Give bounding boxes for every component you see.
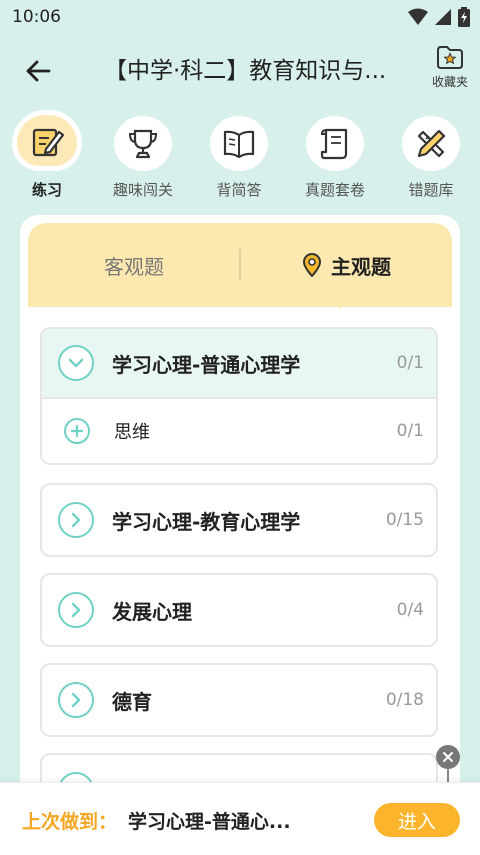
chapter-progress: 0/1 bbox=[396, 353, 424, 373]
chapter-header[interactable]: 学习心理-教育心理学 0/15 bbox=[42, 485, 436, 555]
status-icons bbox=[408, 7, 470, 27]
chapter-progress: 0/15 bbox=[385, 510, 424, 530]
chapter-header[interactable]: 德育 0/18 bbox=[42, 665, 436, 735]
chapter-group: 学习心理-普通心理学 0/1 思维 0/1 bbox=[40, 327, 438, 465]
pencil-ruler-icon bbox=[417, 129, 446, 157]
chapter-group: 发展心理 0/4 bbox=[40, 573, 438, 647]
tab-subjective-label: 主观题 bbox=[331, 254, 391, 279]
tab-subjective[interactable]: 主观题 bbox=[240, 223, 452, 307]
arrow-left-icon bbox=[26, 60, 51, 82]
chapter-title: 德育 bbox=[112, 689, 152, 714]
battery-icon bbox=[458, 7, 470, 27]
chapter-group: 德育 0/18 bbox=[40, 663, 438, 737]
tab-objective[interactable]: 客观题 bbox=[28, 223, 240, 307]
category-label: 趣味闯关 bbox=[112, 181, 173, 199]
chapter-title: 发展心理 bbox=[112, 599, 192, 624]
enter-button[interactable]: 进入 bbox=[374, 803, 460, 837]
resume-bar: 上次做到： 学习心理-普通心... 进入 bbox=[0, 782, 480, 855]
category-recite-answers[interactable]: 背简答 bbox=[194, 110, 284, 200]
section-progress: 0/1 bbox=[396, 421, 424, 441]
book-icon bbox=[223, 130, 255, 158]
favorites-button[interactable]: 收藏夹 bbox=[428, 44, 472, 98]
app-bar: 【中学·科二】教育知识与... 收藏夹 bbox=[0, 40, 480, 102]
star-folder-icon bbox=[437, 46, 463, 69]
chapter-header[interactable]: 学习心理-普通心理学 0/1 bbox=[42, 329, 436, 399]
question-type-tabs: 客观题 主观题 bbox=[28, 223, 452, 307]
chapter-group: 学习心理-教育心理学 0/15 bbox=[40, 483, 438, 557]
category-label: 背简答 bbox=[216, 181, 262, 199]
chapter-progress: 0/18 bbox=[385, 690, 424, 710]
last-progress-label: 上次做到： bbox=[22, 811, 118, 833]
status-bar: 10:06 bbox=[0, 0, 480, 34]
back-button[interactable] bbox=[22, 55, 54, 87]
chapter-title: 学习心理-教育心理学 bbox=[112, 509, 301, 534]
trophy-icon bbox=[128, 129, 158, 158]
favorites-label: 收藏夹 bbox=[431, 75, 468, 89]
chevron-right-icon[interactable] bbox=[58, 502, 94, 538]
section-row[interactable]: 思维 0/1 bbox=[42, 399, 436, 463]
close-icon bbox=[443, 752, 453, 762]
wifi-icon bbox=[408, 8, 428, 25]
chapter-header[interactable]: 发展心理 0/4 bbox=[42, 575, 436, 645]
category-label: 错题库 bbox=[408, 181, 454, 199]
tab-pointer bbox=[328, 297, 352, 309]
category-label: 真题套卷 bbox=[304, 181, 365, 199]
pencil-paper-icon bbox=[32, 128, 65, 156]
chevron-right-icon[interactable] bbox=[58, 682, 94, 718]
last-progress-item: 学习心理-普通心... bbox=[128, 811, 291, 833]
close-float-button[interactable] bbox=[436, 745, 460, 769]
category-row: 练习 趣味闯关 背简答 真题套卷 错题库 bbox=[0, 110, 480, 200]
scroll-icon bbox=[320, 128, 348, 159]
category-past-papers[interactable]: 真题套卷 bbox=[290, 110, 380, 200]
category-practice[interactable]: 练习 bbox=[2, 110, 92, 200]
status-time: 10:06 bbox=[12, 7, 61, 27]
chapter-title: 学习心理-普通心理学 bbox=[112, 352, 301, 377]
question-panel: 客观题 主观题 学习心理-普通心理学 0/1 思维 0/1 学习心理-教育心理学… bbox=[20, 215, 460, 855]
chevron-right-icon[interactable] bbox=[58, 592, 94, 628]
category-fun-challenge[interactable]: 趣味闯关 bbox=[98, 110, 188, 200]
chevron-down-icon[interactable] bbox=[58, 345, 94, 381]
signal-icon bbox=[435, 9, 451, 25]
section-title: 思维 bbox=[114, 422, 150, 443]
category-label: 练习 bbox=[31, 181, 62, 199]
location-pin-icon bbox=[301, 252, 323, 278]
category-wrong-questions[interactable]: 错题库 bbox=[386, 110, 476, 200]
page-title: 【中学·科二】教育知识与... bbox=[104, 58, 387, 84]
plus-icon bbox=[64, 418, 90, 444]
chapter-progress: 0/4 bbox=[396, 600, 424, 620]
